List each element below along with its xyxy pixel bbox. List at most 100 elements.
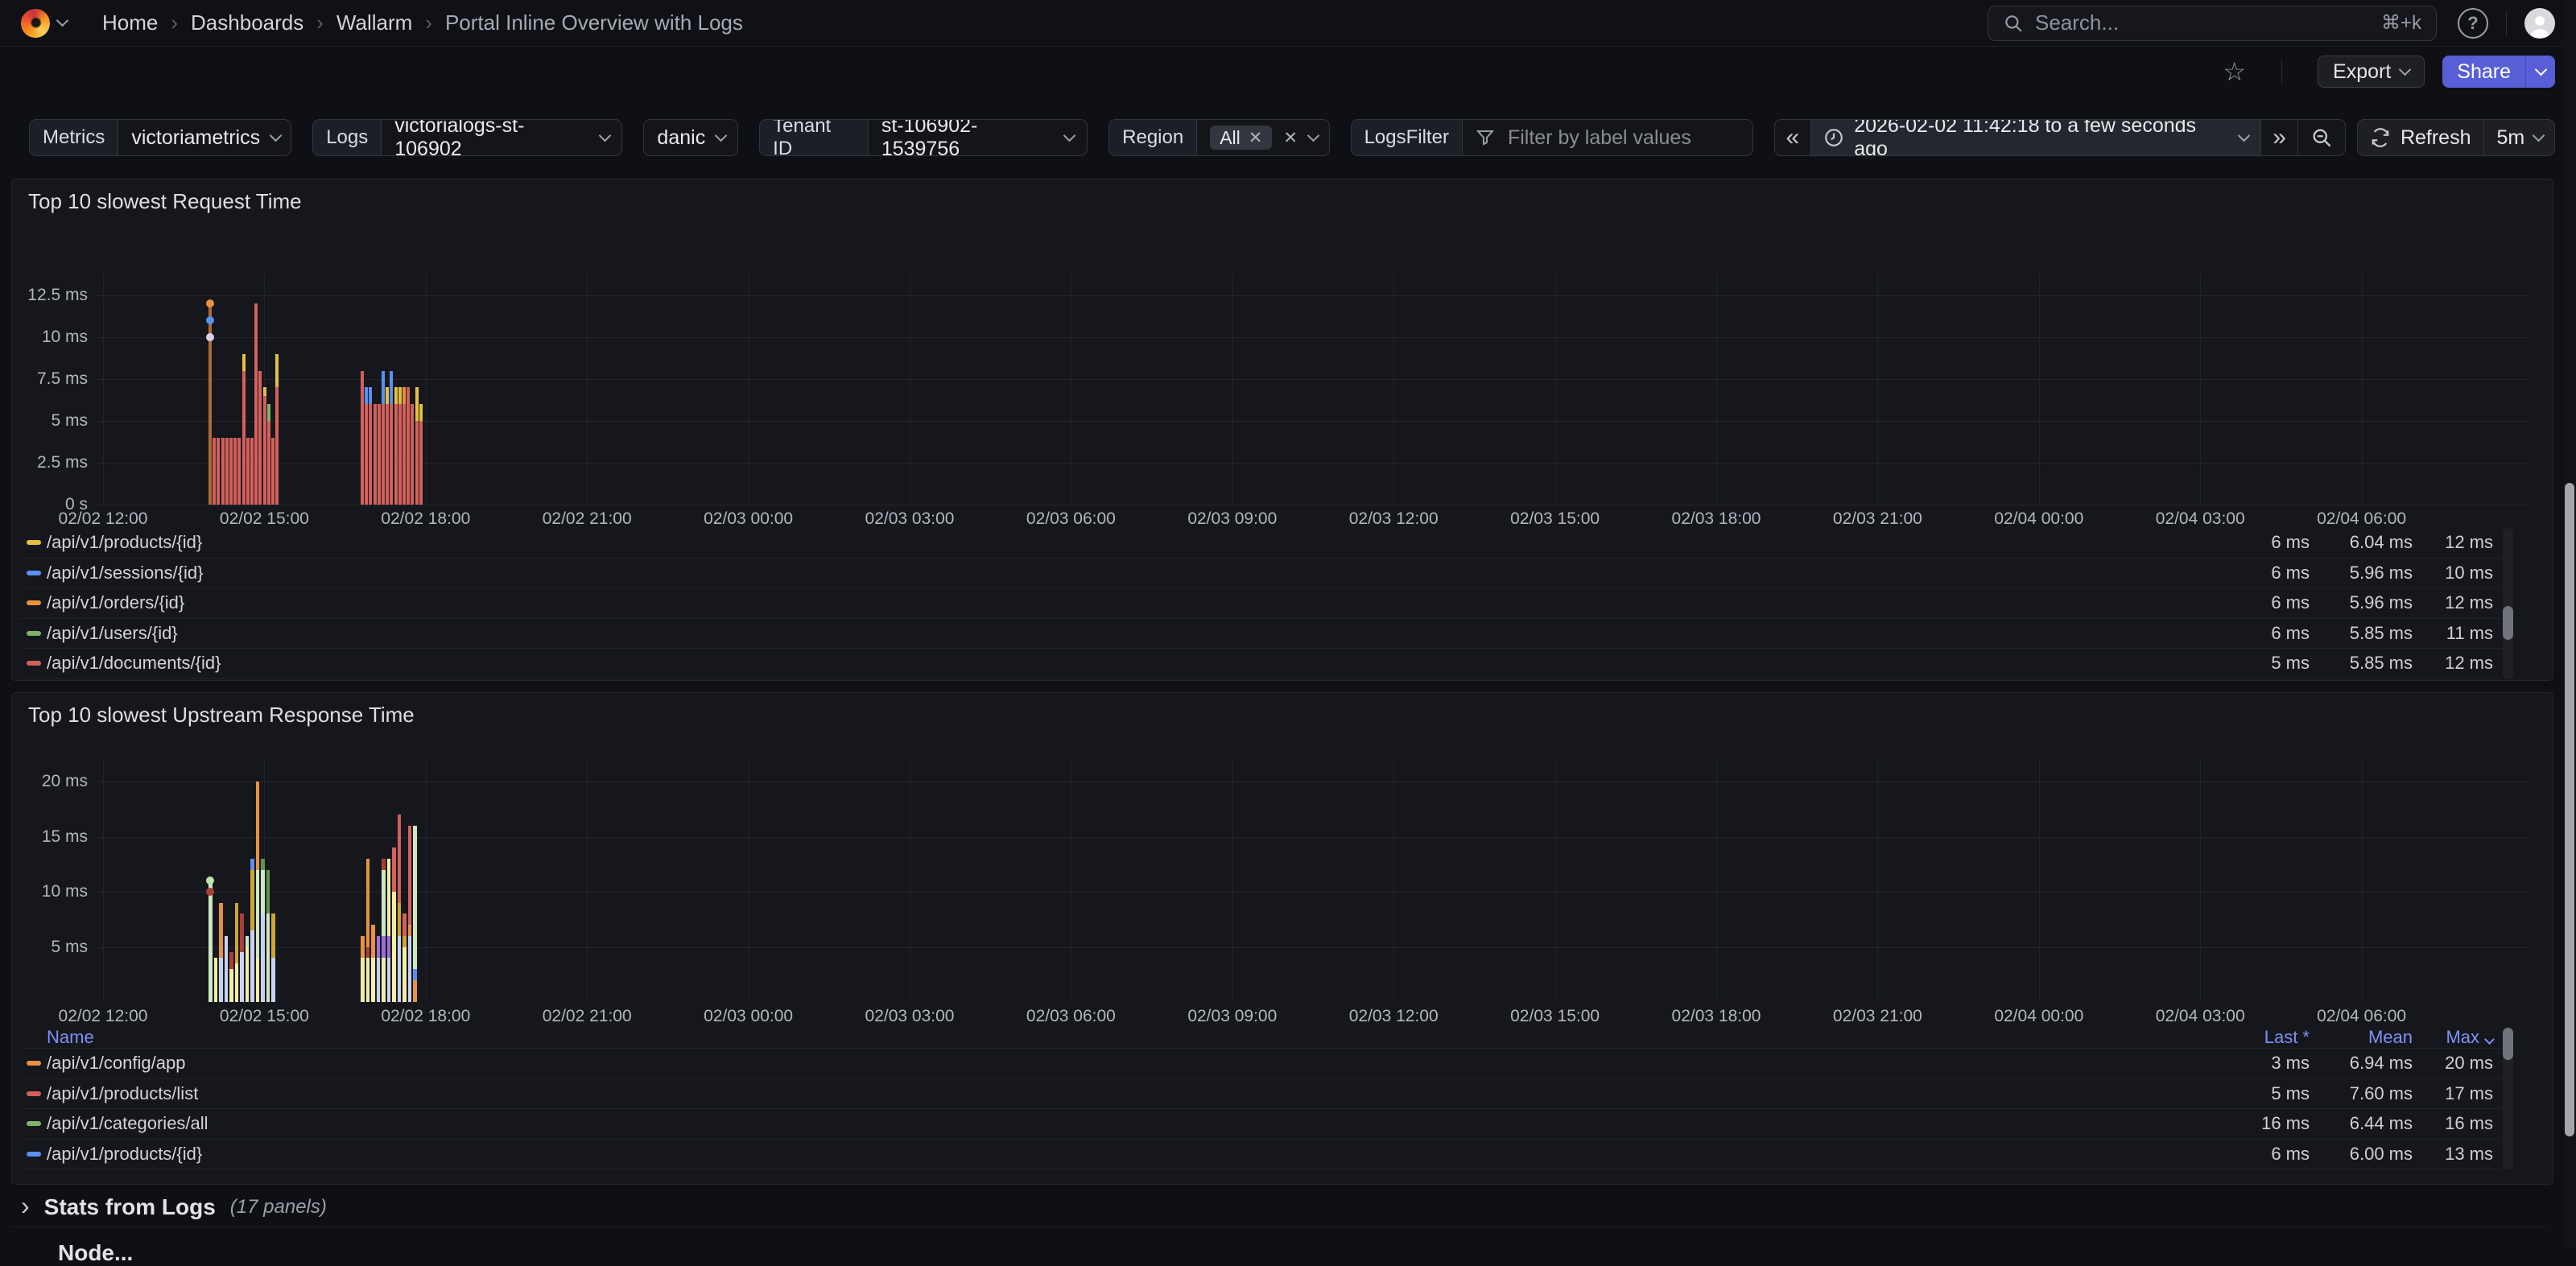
panel-title[interactable]: Top 10 slowest Upstream Response Time [28,703,415,728]
region-select[interactable]: All ✕ ✕ [1197,120,1329,155]
legend-series-name[interactable]: /api/v1/users/{id} [47,623,178,644]
dashboard-row-stats-from-logs[interactable]: › Stats from Logs (17 panels) [21,1193,327,1222]
breadcrumb: Home › Dashboards › Wallarm › Portal Inl… [102,10,743,35]
breadcrumb-folder[interactable]: Wallarm [336,10,412,35]
user-avatar[interactable] [2524,8,2555,39]
bar-segment [237,438,241,505]
panel-title[interactable]: Top 10 slowest Request Time [28,189,302,214]
legend-series-name[interactable]: /api/v1/documents/{id} [47,653,221,674]
bar-segment [415,387,419,421]
bar-segment [263,396,266,505]
x-gridline [2200,757,2201,1002]
legend-scrollbar-thumb[interactable] [2503,1028,2513,1060]
page-scrollbar-thumb[interactable] [2565,483,2574,1136]
logsfilter-input[interactable] [1506,126,1743,151]
x-gridline [587,757,588,1002]
legend-row: /api/v1/products/{id}6 ms6.00 ms13 ms [20,1140,2501,1170]
row-expand-chevron-icon[interactable]: › [21,1193,30,1219]
region-chip[interactable]: All ✕ [1210,126,1272,150]
x-axis-tick-label: 02/03 06:00 [1026,1007,1116,1026]
legend-row: /api/v1/config/app3 ms6.94 ms20 ms [20,1049,2501,1079]
time-shift-forward-button[interactable]: » [2261,120,2297,155]
tenant-select[interactable]: st-106902-1539756 [869,120,1087,155]
bar-segment [214,958,218,1002]
refresh-icon [2370,127,2391,148]
time-range-picker[interactable]: 2026-02-02 11:42:18 to a few seconds ago [1810,120,2261,155]
grafana-logo-icon[interactable] [21,9,50,38]
bar-segment [267,421,270,505]
panel-top10-upstream-response-time: Top 10 slowest Upstream Response Time 02… [11,692,2553,1185]
x-gridline [2362,757,2363,1002]
chart-plot-area [97,757,2529,1002]
x-gridline [2039,273,2040,505]
export-button[interactable]: Export [2318,56,2425,88]
legend-series-name[interactable]: /api/v1/products/{id} [47,1144,202,1165]
logs-select[interactable]: victorialogs-st-106902 [382,120,621,155]
legend-scrollbar-track[interactable] [2503,528,2513,679]
bar-segment [366,859,370,947]
bar-segment [415,421,419,505]
time-shift-back-button[interactable]: « [1775,120,1811,155]
refresh-interval-select[interactable]: 5m [2483,120,2556,155]
favorite-star-icon[interactable]: ☆ [2223,59,2246,85]
bar-segment [233,438,237,505]
region-clear-icon[interactable]: ✕ [1283,130,1298,146]
x-gridline [1716,757,1717,1002]
bar-segment [408,925,412,936]
bar-segment [229,438,233,505]
search-input[interactable] [2033,10,2372,36]
refresh-button[interactable]: Refresh [2358,120,2483,155]
bar-segment [402,387,406,404]
bar-segment [271,913,275,958]
tenant-variable: Tenant ID st-106902-1539756 [759,119,1088,156]
bar-segment [250,859,254,870]
x-gridline [587,273,588,505]
legend-row: /api/v1/products/list5 ms7.60 ms17 ms [20,1079,2501,1110]
legend-sort-header-name[interactable]: Name [47,1027,94,1048]
host-select[interactable]: danic [644,120,738,155]
y-axis-tick-label: 0 s [14,495,88,514]
bar-segment [398,387,402,404]
chip-close-icon[interactable]: ✕ [1249,130,1263,146]
series-color-dash-icon [27,540,41,545]
breadcrumb-home[interactable]: Home [102,10,158,35]
x-axis-tick-label: 02/03 21:00 [1833,509,1922,529]
legend-scrollbar-thumb[interactable] [2503,606,2513,640]
search-box[interactable]: ⌘+k [1988,6,2437,41]
legend-series-name[interactable]: /api/v1/sessions/{id} [47,563,203,584]
next-row-title-clipped[interactable]: Node... [58,1240,133,1266]
zoom-out-button[interactable] [2297,120,2345,155]
legend-series-name[interactable]: /api/v1/config/app [47,1053,185,1074]
help-icon[interactable]: ? [2458,8,2488,39]
bar-segment [361,936,365,958]
x-axis-tick-label: 02/02 15:00 [220,1007,309,1026]
logsfilter-label: LogsFilter [1352,120,1463,155]
bar-segment [225,438,229,505]
bar-segment [242,354,246,371]
x-gridline [2200,273,2201,505]
logs-value: victorialogs-st-106902 [394,119,588,156]
legend-sort-header[interactable]: Max [2300,1027,2493,1048]
legend-series-name[interactable]: /api/v1/categories/all [47,1113,208,1134]
logs-label: Logs [313,120,382,155]
data-point-dot [206,333,214,341]
series-color-dash-icon [27,1152,41,1157]
legend-series-name[interactable]: /api/v1/orders/{id} [47,592,184,613]
legend-series-name[interactable]: /api/v1/products/{id} [47,532,202,553]
share-button[interactable]: Share [2442,56,2525,88]
x-axis-tick-label: 02/03 15:00 [1510,1007,1600,1026]
metrics-select[interactable]: victoriametrics [118,120,291,155]
bar-segment [254,303,258,505]
row-title[interactable]: Stats from Logs [44,1194,216,1220]
legend-series-name[interactable]: /api/v1/products/list [47,1083,198,1104]
export-chevron-down-icon [2399,63,2412,76]
share-chevron-down-icon [2534,63,2547,76]
breadcrumb-dashboards[interactable]: Dashboards [191,10,303,35]
logo-chevron-down-icon[interactable] [56,14,69,27]
y-axis-tick-label: 10 ms [14,328,88,347]
search-icon [2003,13,2024,34]
bar-segment [398,404,402,505]
metrics-value: victoriametrics [131,126,260,150]
bar-segment [402,936,407,947]
share-menu-button[interactable] [2525,56,2555,88]
